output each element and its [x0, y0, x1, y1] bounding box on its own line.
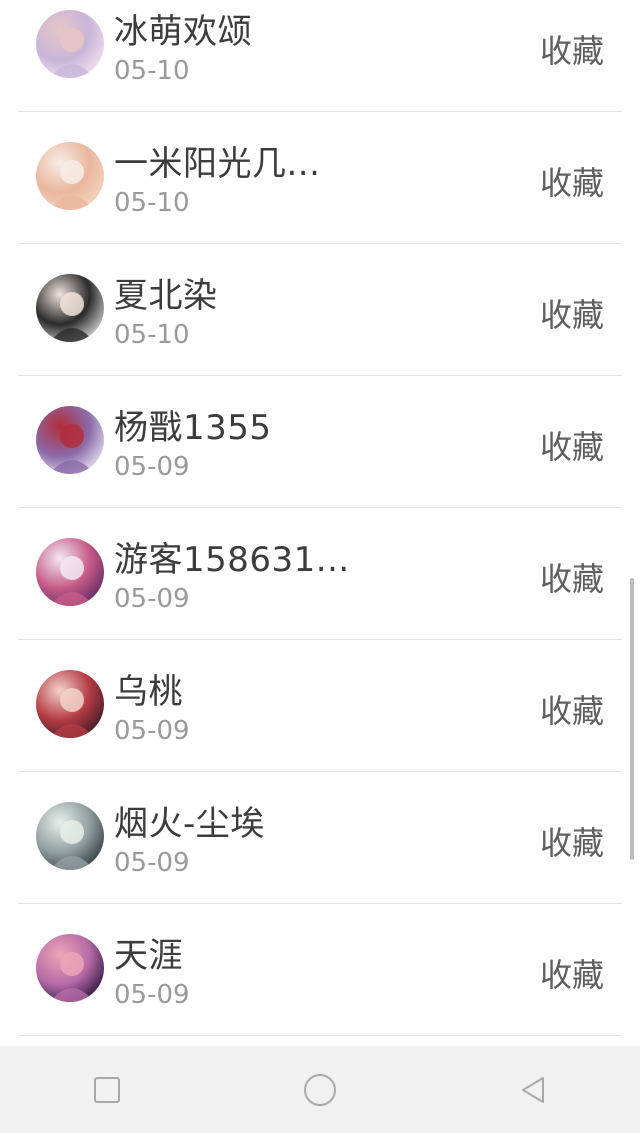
item-date: 05-10: [114, 56, 190, 86]
avatar-figure-head: [60, 292, 84, 316]
avatar-figure-head: [60, 424, 84, 448]
list-item[interactable]: 游客158631... 05-09 收藏: [0, 508, 640, 640]
avatar-figure-head: [60, 688, 84, 712]
favorite-button[interactable]: 收藏: [540, 686, 604, 732]
back-button[interactable]: [503, 1060, 563, 1120]
list-item[interactable]: 夏北染 05-10 收藏: [0, 244, 640, 376]
favorite-button[interactable]: 收藏: [540, 950, 604, 996]
list-item[interactable]: 烟火-尘埃 05-09 收藏: [0, 772, 640, 904]
favorites-list: 冰萌欢颂 05-10 收藏 一米阳光几... 05-10 收藏 夏北染 05-1…: [0, 0, 640, 1036]
avatar[interactable]: [36, 274, 104, 342]
list-item[interactable]: 一米阳光几... 05-10 收藏: [0, 112, 640, 244]
list-item[interactable]: 天涯 05-09 收藏: [0, 904, 640, 1036]
item-date: 05-09: [114, 848, 190, 878]
square-icon: [93, 1076, 120, 1103]
avatar[interactable]: [36, 802, 104, 870]
user-name: 杨戬1355: [114, 408, 272, 448]
user-name: 天涯: [114, 936, 183, 976]
avatar-figure-head: [60, 160, 84, 184]
avatar[interactable]: [36, 406, 104, 474]
item-date: 05-10: [114, 188, 190, 218]
list-item[interactable]: 冰萌欢颂 05-10 收藏: [0, 0, 640, 112]
avatar[interactable]: [36, 538, 104, 606]
item-date: 05-10: [114, 320, 190, 350]
list-item[interactable]: 杨戬1355 05-09 收藏: [0, 376, 640, 508]
user-name: 乌桃: [114, 672, 183, 712]
home-button[interactable]: [290, 1060, 350, 1120]
avatar-figure-head: [60, 952, 84, 976]
list-item[interactable]: 乌桃 05-09 收藏: [0, 640, 640, 772]
system-navigation-bar: [0, 1046, 640, 1133]
user-name: 游客158631...: [114, 540, 350, 580]
user-name: 夏北染: [114, 276, 218, 316]
favorite-button[interactable]: 收藏: [540, 818, 604, 864]
back-triangle-icon: [522, 1076, 545, 1103]
avatar[interactable]: [36, 934, 104, 1002]
scrollbar[interactable]: [630, 578, 634, 860]
circle-icon: [303, 1073, 336, 1106]
item-date: 05-09: [114, 980, 190, 1010]
item-date: 05-09: [114, 452, 190, 482]
favorite-button[interactable]: 收藏: [540, 290, 604, 336]
favorite-button[interactable]: 收藏: [540, 158, 604, 204]
recent-apps-button[interactable]: [77, 1060, 137, 1120]
avatar[interactable]: [36, 670, 104, 738]
user-name: 烟火-尘埃: [114, 804, 265, 844]
item-date: 05-09: [114, 716, 190, 746]
avatar[interactable]: [36, 142, 104, 210]
avatar-figure-head: [60, 556, 84, 580]
avatar-figure-head: [60, 28, 84, 52]
favorite-button[interactable]: 收藏: [540, 26, 604, 72]
favorite-button[interactable]: 收藏: [540, 554, 604, 600]
item-date: 05-09: [114, 584, 190, 614]
user-name: 一米阳光几...: [114, 144, 321, 184]
user-name: 冰萌欢颂: [114, 12, 252, 52]
avatar-figure-head: [60, 820, 84, 844]
avatar[interactable]: [36, 10, 104, 78]
favorite-button[interactable]: 收藏: [540, 422, 604, 468]
